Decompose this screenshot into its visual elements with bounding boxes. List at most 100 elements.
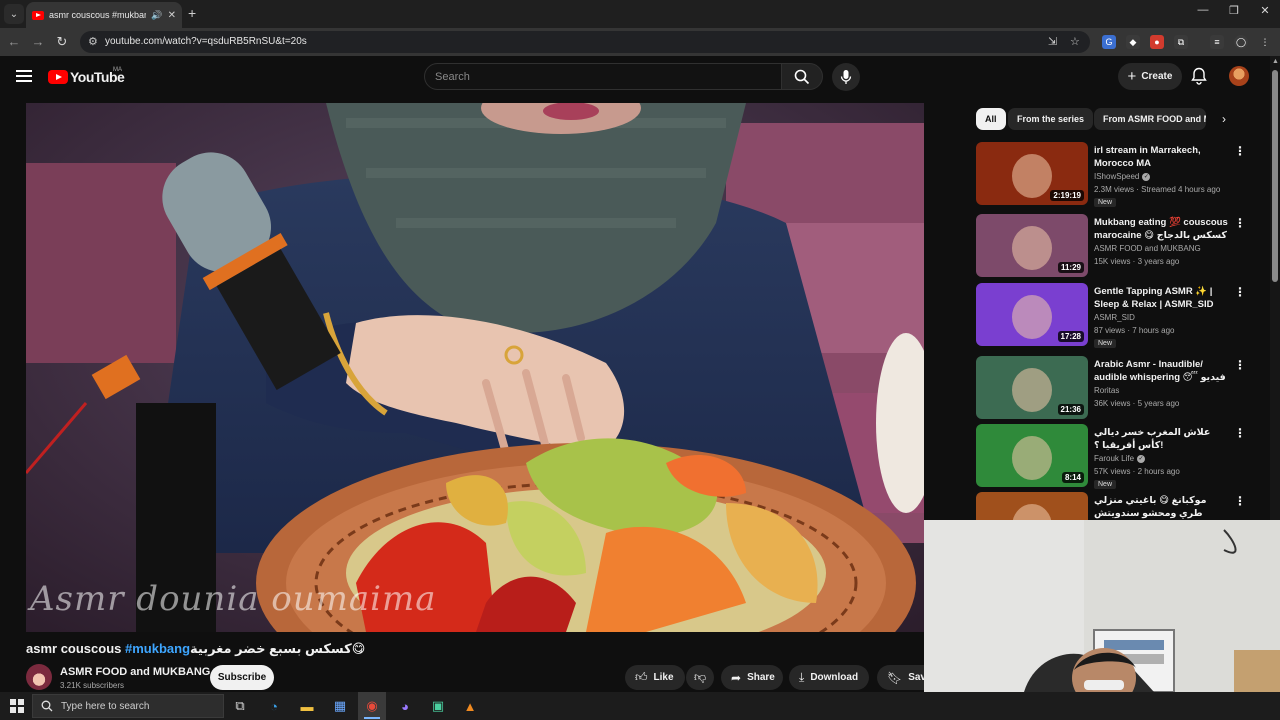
account-avatar[interactable]: [1229, 66, 1249, 86]
install-app-icon[interactable]: ⇲: [1048, 35, 1057, 48]
webcam-overlay: [924, 520, 1280, 692]
microsoft-store-icon[interactable]: ▦: [330, 696, 350, 716]
recommendation-thumbnail[interactable]: 17:28: [976, 283, 1088, 346]
recommendation-thumbnail[interactable]: 11:29: [976, 214, 1088, 277]
recommendation-item[interactable]: 17:28 Gentle Tapping ASMR ✨ | Sleep & Rel…: [976, 283, 1246, 348]
video-player[interactable]: Asmr dounia oumaima: [26, 103, 924, 632]
task-view-icon[interactable]: ⧉: [230, 696, 250, 716]
browser-menu-icon[interactable]: ⋮: [1258, 35, 1272, 49]
recommendation-thumbnail[interactable]: 21:36: [976, 356, 1088, 419]
bookmark-star-icon[interactable]: ☆: [1070, 35, 1080, 48]
new-badge: New: [1094, 480, 1117, 489]
duration-badge: 8:14: [1061, 472, 1084, 483]
close-window-icon[interactable]: ✕: [1250, 4, 1280, 17]
reading-list-icon[interactable]: ≡: [1210, 35, 1224, 49]
speaker-icon[interactable]: 🔊: [151, 10, 162, 21]
site-info-icon[interactable]: ⚙: [88, 35, 98, 48]
chip-from-series[interactable]: From the series: [1008, 108, 1094, 130]
scroll-up-icon[interactable]: ▲: [1272, 58, 1279, 65]
more-options-icon[interactable]: ⋮: [1234, 216, 1246, 230]
channel-avatar[interactable]: [26, 664, 52, 690]
search-button[interactable]: [781, 63, 823, 90]
recommendation-channel[interactable]: Roritas: [1094, 386, 1119, 395]
youtube-header: YouTube MA + Create: [0, 56, 1270, 100]
chevron-right-icon[interactable]: ›: [1222, 112, 1226, 126]
more-options-icon[interactable]: ⋮: [1234, 358, 1246, 372]
duration-badge: 17:28: [1057, 331, 1084, 342]
file-explorer-icon[interactable]: ▬: [297, 696, 317, 716]
hamburger-menu-icon[interactable]: [16, 70, 32, 82]
tab-search-chevron-icon[interactable]: ⌄: [4, 4, 24, 24]
recommendation-title[interactable]: علاش المغرب خسر ديالي كأس أفريقيا ؟!: [1094, 426, 1232, 452]
channel-label: ASMR_SID: [1094, 313, 1135, 322]
share-label: Share: [747, 672, 775, 683]
profile-icon[interactable]: ◯: [1234, 35, 1248, 49]
translate-extension-icon[interactable]: G: [1102, 35, 1116, 49]
url-text[interactable]: youtube.com/watch?v=qsduRB5RnSU&t=20s: [105, 36, 307, 47]
notifications-button[interactable]: [1191, 67, 1207, 90]
like-button[interactable]: 👍︎ Like: [625, 665, 685, 690]
more-options-icon[interactable]: ⋮: [1234, 144, 1246, 158]
recommendation-title[interactable]: irl stream in Marrakech, Morocco MA: [1094, 144, 1232, 170]
recommendation-thumbnail[interactable]: 2:19:19: [976, 142, 1088, 205]
search-box[interactable]: [424, 63, 782, 90]
video-title-text: asmr couscous: [26, 641, 125, 656]
recommendation-channel[interactable]: Farouk Life ✓: [1094, 454, 1146, 463]
recommendation-channel[interactable]: IShowSpeed ✓: [1094, 172, 1151, 181]
channel-name[interactable]: ASMR FOOD and MUKBANG: [60, 666, 210, 678]
reload-icon[interactable]: ↻: [53, 34, 71, 50]
chrome-icon[interactable]: ◉: [362, 696, 382, 716]
recommendation-channel[interactable]: ASMR FOOD and MUKBANG: [1094, 244, 1201, 253]
share-button[interactable]: ➦ Share: [721, 665, 783, 690]
recommendation-title[interactable]: Mukbang eating 💯 couscous marocaine 😋 كس…: [1094, 216, 1232, 243]
scrollbar-thumb[interactable]: [1272, 70, 1278, 282]
recommendation-meta: 15K views · 3 years ago: [1094, 257, 1180, 266]
minimize-icon[interactable]: —: [1188, 4, 1218, 16]
tab-close-icon[interactable]: ✕: [168, 10, 176, 21]
channel-label: Roritas: [1094, 386, 1120, 395]
recommendation-item[interactable]: 11:29 Mukbang eating 💯 couscous marocaine…: [976, 214, 1246, 278]
recommendation-item[interactable]: 8:14 علاش المغرب خسر ديالي كأس أفريقيا ؟!…: [976, 424, 1246, 489]
address-bar[interactable]: ⚙ youtube.com/watch?v=qsduRB5RnSU&t=20s …: [80, 31, 1090, 53]
download-button[interactable]: ⤓ Download: [789, 665, 869, 690]
verified-check-icon: ✓: [1142, 172, 1151, 181]
recommendation-title[interactable]: Gentle Tapping ASMR ✨ | Sleep & Relax | …: [1094, 285, 1232, 311]
recommendation-thumbnail[interactable]: 8:14: [976, 424, 1088, 487]
recommendation-meta: 87 views · 7 hours ago: [1094, 326, 1175, 335]
windows-start-icon[interactable]: [10, 699, 24, 713]
extensions-puzzle-icon[interactable]: ⧉: [1174, 35, 1188, 49]
search-input[interactable]: [435, 71, 765, 83]
chip-all[interactable]: All: [976, 108, 1006, 130]
chip-from-channel[interactable]: From ASMR FOOD and M: [1094, 108, 1206, 130]
discord-icon[interactable]: ◕: [395, 696, 415, 716]
bookmark-icon: 🔖︎: [887, 670, 903, 685]
more-options-icon[interactable]: ⋮: [1234, 426, 1246, 440]
taskbar-search-box[interactable]: Type here to search: [32, 694, 224, 718]
webcam-image: [924, 520, 1280, 692]
browser-tab-active[interactable]: asmr couscous #mukbang 🔊 ✕: [26, 2, 182, 28]
recommendation-title[interactable]: موكبانغ 😋 باغيتي منزلي طري ومحشو سندويتش…: [1094, 494, 1232, 521]
dislike-button[interactable]: 👎︎: [686, 665, 714, 690]
browser-tab-bar: ⌄ asmr couscous #mukbang 🔊 ✕ + — ❐ ✕: [0, 0, 1280, 28]
recommendation-title[interactable]: Arabic Asmr - Inaudible/ audible whisper…: [1094, 358, 1232, 385]
hashtag-link[interactable]: #mukbang: [125, 641, 190, 656]
extension-icon[interactable]: ◆: [1126, 35, 1140, 49]
subscribe-button[interactable]: Subscribe: [210, 665, 274, 690]
recommendation-channel[interactable]: ASMR_SID: [1094, 313, 1135, 322]
restore-icon[interactable]: ❐: [1219, 4, 1249, 17]
new-tab-plus-icon[interactable]: +: [188, 5, 196, 21]
app-icon[interactable]: ▣: [428, 696, 448, 716]
vlc-icon[interactable]: ▲: [460, 696, 480, 716]
create-button[interactable]: + Create: [1118, 63, 1182, 90]
voice-search-button[interactable]: [832, 63, 860, 91]
recommendation-item[interactable]: 2:19:19 irl stream in Marrakech, Morocco …: [976, 142, 1246, 207]
download-icon: ⤓: [799, 670, 805, 684]
forward-arrow-icon[interactable]: →: [29, 34, 47, 49]
more-options-icon[interactable]: ⋮: [1234, 285, 1246, 299]
recommendation-item[interactable]: 21:36 Arabic Asmr - Inaudible/ audible wh…: [976, 356, 1246, 420]
more-options-icon[interactable]: ⋮: [1234, 494, 1246, 508]
duration-badge: 11:29: [1057, 262, 1084, 273]
back-arrow-icon[interactable]: ←: [5, 34, 23, 49]
edge-icon[interactable]: ◔: [264, 696, 284, 716]
record-extension-icon[interactable]: ●: [1150, 35, 1164, 49]
